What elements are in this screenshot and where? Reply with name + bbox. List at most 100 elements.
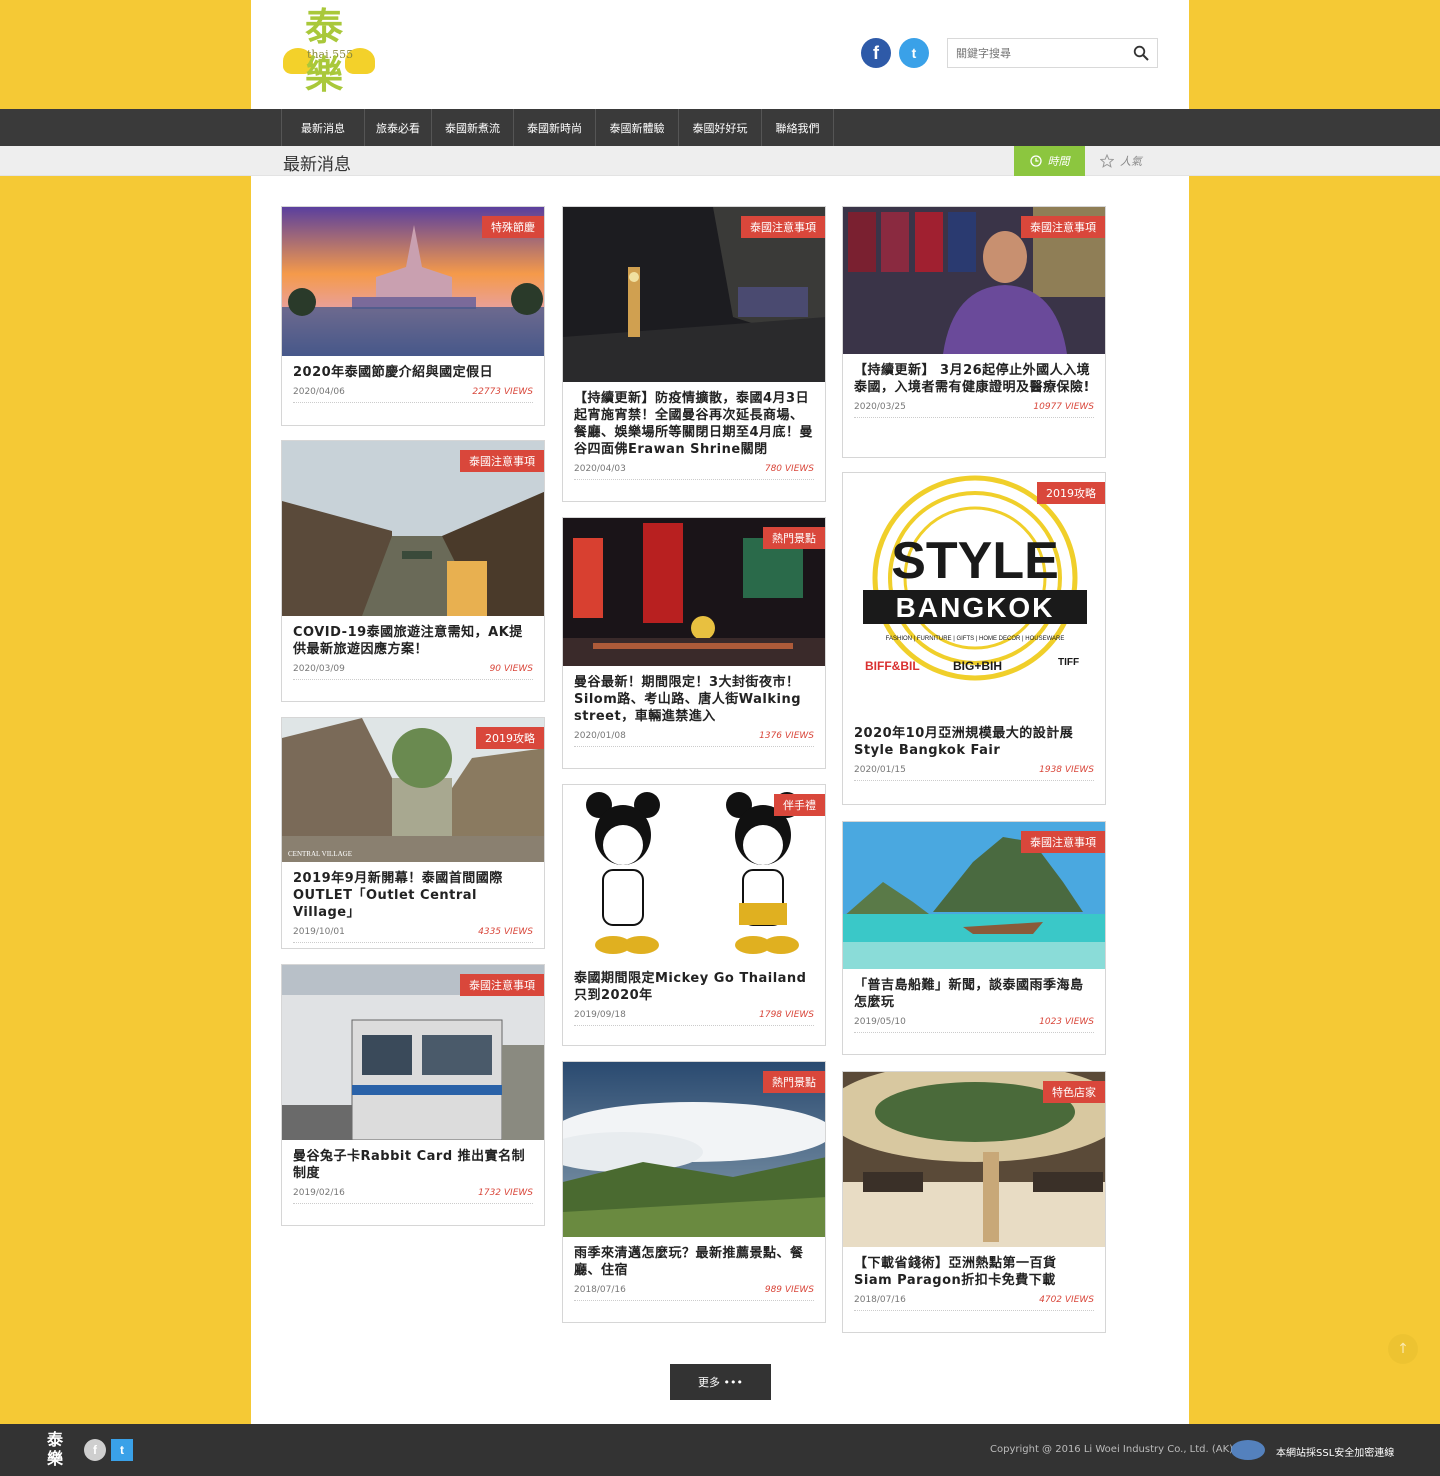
article-card[interactable]: 伴手禮 泰國期間限定Mickey Go Thailand只到2020年 2019… [562,784,826,1046]
article-date: 2019/05/10 [854,1017,906,1027]
article-card[interactable]: 特色店家 【下載省錢術】亞洲熱點第一百貨Siam Paragon折扣卡免費下載 … [842,1071,1106,1333]
category-tag[interactable]: 2019攻略 [1037,482,1105,504]
load-more-button[interactable]: 更多 ••• [670,1364,771,1400]
nav-item-experience[interactable]: 泰國新體驗 [596,109,679,146]
article-image[interactable]: 泰國注意事項 [282,965,544,1140]
article-title[interactable]: COVID-19泰國旅遊注意需知，AK提供最新旅遊因應方案！ [282,616,544,658]
nav-item-must-read[interactable]: 旅泰必看 [365,109,432,146]
article-meta: 2020/01/15 1938 VIEWS [854,765,1094,781]
category-tag[interactable]: 泰國注意事項 [460,974,544,996]
article-date: 2020/03/25 [854,402,906,412]
poster-headline: STYLE [891,532,1059,590]
article-card[interactable]: 泰國注意事項 「普吉島船難」新聞，談泰國雨季海島怎麼玩 2019/05/10 1… [842,821,1106,1055]
article-date: 2020/03/09 [293,664,345,674]
category-tag[interactable]: 熱門景點 [763,1071,825,1093]
article-views: 22773 VIEWS [472,387,533,397]
article-image[interactable]: 熱門景點 [563,1062,825,1237]
article-meta: 2020/03/09 90 VIEWS [293,664,533,680]
article-date: 2018/07/16 [574,1285,626,1295]
category-tag[interactable]: 泰國注意事項 [460,450,544,472]
article-meta: 2019/10/01 4335 VIEWS [293,927,533,943]
twitter-icon[interactable]: t [899,38,929,68]
nav-item-fashion[interactable]: 泰國新時尚 [514,109,596,146]
category-tag[interactable]: 泰國注意事項 [1021,831,1105,853]
article-title[interactable]: 曼谷兔子卡Rabbit Card 推出實名制制度 [282,1140,544,1182]
article-title[interactable]: 【持續更新】防疫情擴散，泰國4月3日起宵施宵禁！全國曼谷再次延長商場、餐廳、娛樂… [563,382,825,458]
article-date: 2019/02/16 [293,1188,345,1198]
site-logo[interactable]: 泰 thai.555 樂 [283,8,379,100]
article-card[interactable]: 泰國注意事項 曼谷兔子卡Rabbit Card 推出實名制制度 2019/02/… [281,964,545,1226]
article-card[interactable]: 泰國注意事項 【持續更新】 3月26起停止外國人入境泰國，入境者需有健康證明及醫… [842,206,1106,458]
article-image[interactable]: 泰國注意事項 [843,822,1105,969]
article-views: 1376 VIEWS [759,731,814,741]
poster-categories: FASHION | FURNITURE | GIFTS | HOME DECOR… [886,636,1065,642]
article-title[interactable]: 2020年泰國節慶介紹與國定假日 [282,356,544,381]
article-meta: 2019/02/16 1732 VIEWS [293,1188,533,1204]
search-input[interactable] [948,39,1128,67]
article-card[interactable]: 泰國注意事項 COVID-19泰國旅遊注意需知，AK提供最新旅遊因應方案！ 20… [281,440,545,702]
article-meta: 2020/01/08 1376 VIEWS [574,731,814,747]
article-card[interactable]: 熱門景點 雨季來清邁怎麼玩？最新推薦景點、餐廳、住宿 2018/07/16 98… [562,1061,826,1323]
article-meta: 2018/07/16 989 VIEWS [574,1285,814,1301]
article-title[interactable]: 2020年10月亞洲規模最大的設計展Style Bangkok Fair [843,717,1105,759]
category-tag[interactable]: 熱門景點 [763,527,825,549]
article-image[interactable]: 泰國注意事項 [282,441,544,616]
facebook-icon[interactable]: f [861,38,891,68]
article-title[interactable]: 雨季來清邁怎麼玩？最新推薦景點、餐廳、住宿 [563,1237,825,1279]
search-icon[interactable] [1133,45,1149,61]
article-meta: 2018/07/16 4702 VIEWS [854,1295,1094,1311]
footer-logo-bottom: 樂 [46,1449,63,1468]
article-image[interactable]: 泰國注意事項 [563,207,825,382]
category-tag[interactable]: 泰國注意事項 [1021,216,1105,238]
article-title[interactable]: 曼谷最新！期間限定！3大封街夜市！Silom路、考山路、唐人街Walking s… [563,666,825,725]
article-title[interactable]: 【下載省錢術】亞洲熱點第一百貨Siam Paragon折扣卡免費下載 [843,1247,1105,1289]
article-title[interactable]: 泰國期間限定Mickey Go Thailand只到2020年 [563,962,825,1004]
nav-item-contact[interactable]: 聯絡我們 [762,109,834,146]
sort-popular-label: 人氣 [1120,155,1142,168]
poster-subheadline: BANGKOK [896,592,1055,623]
article-title[interactable]: 【持續更新】 3月26起停止外國人入境泰國，入境者需有健康證明及醫療保險! [843,354,1105,396]
article-meta: 2019/09/18 1798 VIEWS [574,1010,814,1026]
article-image[interactable]: CENTRAL VILLAGE 2019攻略 [282,718,544,862]
footer-twitter-icon[interactable]: t [111,1439,133,1461]
article-image[interactable]: 特色店家 [843,1072,1105,1247]
article-image[interactable]: 特殊節慶 [282,207,544,356]
article-date: 2019/10/01 [293,927,345,937]
nav-item-fun[interactable]: 泰國好好玩 [679,109,762,146]
nav-item-food[interactable]: 泰國新煮流 [432,109,514,146]
article-date: 2020/04/03 [574,464,626,474]
article-card[interactable]: 特殊節慶 2020年泰國節慶介紹與國定假日 2020/04/06 22773 V… [281,206,545,426]
article-card[interactable]: CENTRAL VILLAGE 2019攻略 2019年9月新開幕！泰國首間國際… [281,717,545,949]
outlet-sign: CENTRAL VILLAGE [288,850,352,858]
logo-char-bottom: 樂 [305,52,344,97]
footer-logo[interactable]: 泰 樂 [38,1430,72,1472]
category-tag[interactable]: 伴手禮 [774,794,825,816]
article-image[interactable]: 泰國注意事項 [843,207,1105,354]
article-date: 2020/04/06 [293,387,345,397]
ssl-badge-icon [1231,1440,1265,1460]
category-tag[interactable]: 泰國注意事項 [741,216,825,238]
star-icon [1100,154,1114,168]
category-tag[interactable]: 特殊節慶 [482,216,544,238]
nav-item-news[interactable]: 最新消息 [282,109,365,146]
footer-facebook-icon[interactable]: f [84,1439,106,1461]
back-to-top-icon[interactable]: ↑ [1388,1334,1418,1364]
article-date: 2018/07/16 [854,1295,906,1305]
article-card[interactable]: STYLE BANGKOK FASHION | FURNITURE | GIFT… [842,472,1106,805]
sort-by-popular-tab[interactable]: 人氣 [1100,146,1160,176]
article-meta: 2020/04/03 780 VIEWS [574,464,814,480]
article-card[interactable]: 泰國注意事項 【持續更新】防疫情擴散，泰國4月3日起宵施宵禁！全國曼谷再次延長商… [562,206,826,502]
article-title[interactable]: 「普吉島船難」新聞，談泰國雨季海島怎麼玩 [843,969,1105,1011]
article-date: 2020/01/08 [574,731,626,741]
category-tag[interactable]: 2019攻略 [476,727,544,749]
category-tag[interactable]: 特色店家 [1043,1081,1105,1103]
search-box [947,38,1158,68]
article-meta: 2019/05/10 1023 VIEWS [854,1017,1094,1033]
article-image[interactable]: STYLE BANGKOK FASHION | FURNITURE | GIFT… [843,473,1105,717]
article-image[interactable]: 伴手禮 [563,785,825,962]
article-card[interactable]: 熱門景點 曼谷最新！期間限定！3大封街夜市！Silom路、考山路、唐人街Walk… [562,517,826,769]
clock-icon [1029,155,1042,167]
article-title[interactable]: 2019年9月新開幕！泰國首間國際OUTLET「Outlet Central V… [282,862,544,921]
article-image[interactable]: 熱門景點 [563,518,825,666]
sort-by-time-tab[interactable]: 時間 [1014,146,1085,176]
